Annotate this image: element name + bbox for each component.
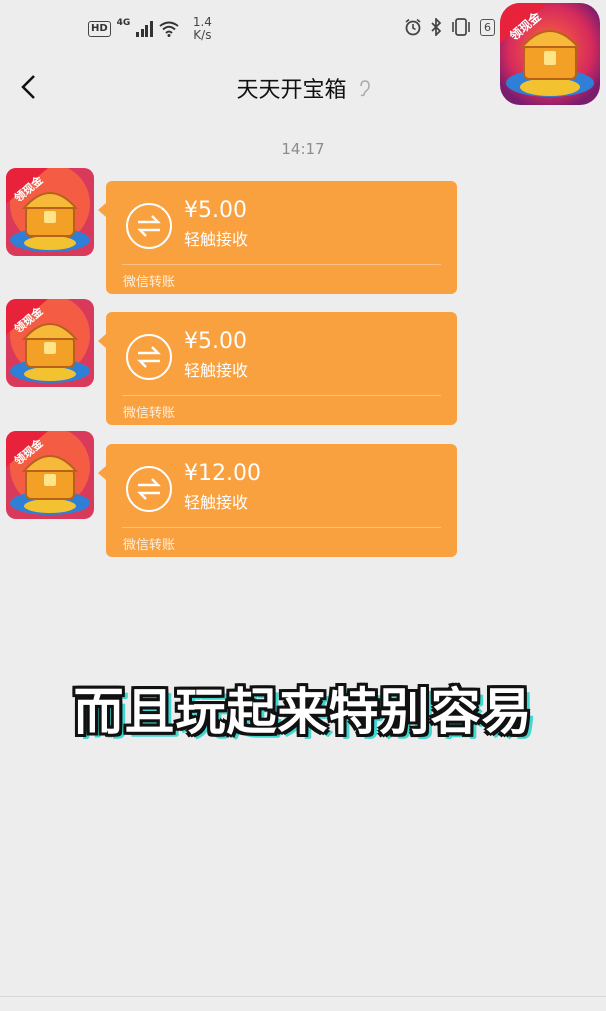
bubble-divider — [122, 264, 441, 265]
message-timestamp: 14:17 — [281, 140, 325, 158]
transfer-source: 微信转账 — [123, 275, 176, 290]
transfer-amount: ¥5.00 — [184, 329, 247, 354]
hd-icon: HD — [88, 21, 111, 37]
wifi-icon — [159, 21, 179, 37]
bubble-divider — [122, 395, 441, 396]
chat-title: 天天开宝箱 — [0, 72, 606, 104]
chat-title-text: 天天开宝箱 — [236, 78, 347, 103]
network-type: 4G — [116, 18, 131, 28]
transfer-message[interactable]: ¥5.00 轻触接收微信转账 — [98, 312, 457, 425]
transfer-source: 微信转账 — [123, 538, 176, 553]
vibrate-icon — [452, 18, 470, 36]
transfer-icon — [126, 334, 172, 380]
battery-icon: 6 — [480, 18, 495, 36]
bluetooth-icon — [431, 18, 442, 36]
alarm-icon — [405, 18, 421, 36]
transfer-amount: ¥5.00 — [184, 198, 247, 223]
transfer-icon — [126, 203, 172, 249]
network-speed: 1.4 K/s — [192, 15, 212, 42]
bubble-divider — [122, 527, 441, 528]
video-caption: 而且玩起来特别容易 — [73, 683, 533, 741]
transfer-message[interactable]: ¥12.00 轻触接收微信转账 — [98, 444, 457, 557]
status-right: 6 — [404, 18, 495, 36]
transfer-action: 轻触接收 — [184, 361, 249, 380]
status-left: HD 4G 1.4 K/s — [88, 16, 212, 42]
transfer-source: 微信转账 — [123, 406, 176, 421]
transfer-action: 轻触接收 — [184, 230, 249, 249]
ear-icon — [358, 79, 370, 101]
chat-header: 天天开宝箱 — [0, 56, 606, 118]
sender-avatar[interactable]: 领现金 — [6, 168, 94, 256]
sender-avatar[interactable]: 领现金 — [6, 431, 94, 519]
transfer-icon — [126, 466, 172, 512]
transfer-message[interactable]: ¥5.00 轻触接收微信转账 — [98, 181, 457, 294]
transfer-action: 轻触接收 — [184, 493, 249, 512]
bottom-divider — [0, 996, 606, 997]
transfer-amount: ¥12.00 — [184, 461, 261, 486]
sender-avatar[interactable]: 领现金 — [6, 299, 94, 387]
signal-icon — [136, 21, 153, 37]
